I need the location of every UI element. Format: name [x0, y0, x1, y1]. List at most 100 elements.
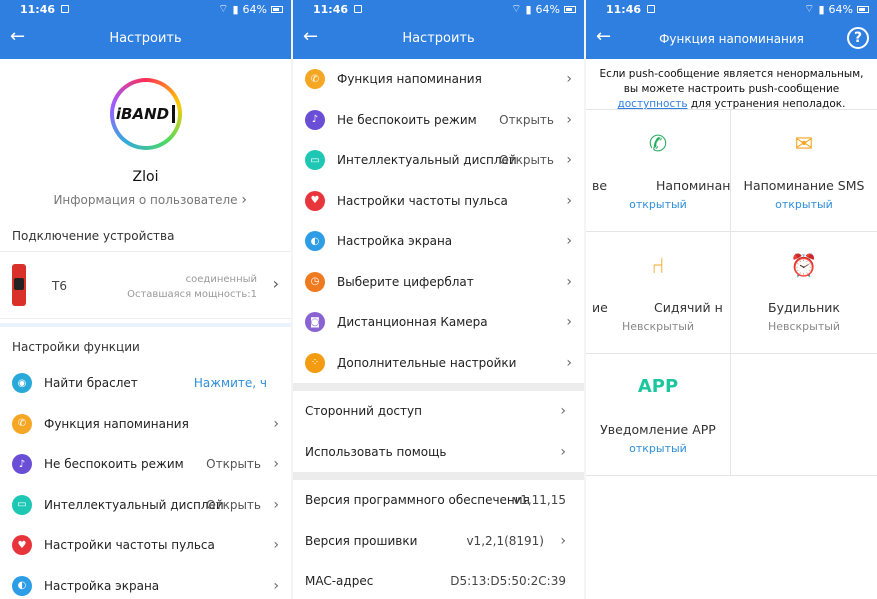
chevron-right-icon: ›	[560, 403, 566, 420]
bell-icon: ♪	[12, 454, 32, 475]
display-icon: ▭	[305, 150, 325, 171]
function-section-title: Настройки функции	[12, 340, 140, 354]
help-icon[interactable]: ?	[847, 27, 869, 49]
app-notification-cell[interactable]: APP Уведомление APP открытый	[586, 354, 731, 476]
alarm-cell[interactable]: ⏰ Будильник Невскрытый	[731, 232, 877, 354]
push-notice: Если push-сообщение является ненормальны…	[586, 59, 877, 110]
list-item[interactable]: ◉ Найти браслет Нажмите, ч	[0, 363, 291, 404]
username: Zloi	[132, 169, 159, 185]
list-item[interactable]: ♪ Не беспокоить режим Открыть ›	[293, 100, 584, 141]
envelope-icon: ✉	[794, 132, 814, 157]
info-item-value: D5:13:D5:50:2C:39	[450, 574, 566, 589]
access-item[interactable]: Сторонний доступ ›	[293, 391, 584, 432]
back-arrow-icon[interactable]: ←	[10, 26, 25, 48]
chevron-right-icon: ›	[566, 233, 572, 250]
sms-reminder-cell[interactable]: ✉ Напоминание SMS открытый	[731, 110, 877, 232]
list-item[interactable]: ♥ Настройки частоты пульса ›	[0, 525, 291, 566]
more-icon: ⁘	[305, 352, 325, 373]
brand-logo: iBAND	[0, 59, 291, 169]
list-item-value: Открыть	[206, 457, 261, 472]
sim-icon	[647, 5, 656, 13]
watchface-icon: ◷	[305, 271, 325, 292]
list-item[interactable]: ◙ Дистанционная Камера ›	[293, 302, 584, 343]
reminder-panel: 11:46 ⌔ ▮ 64% ← Функция напоминания ? Ес…	[586, 0, 877, 599]
alarm-icon: ⏰	[790, 254, 818, 279]
sitting-icon: ⑁	[651, 254, 665, 279]
wifi-icon: ⌔	[804, 2, 815, 15]
location-icon: ◉	[12, 373, 32, 394]
phone-icon: ✆	[12, 413, 32, 434]
info-item[interactable]: Версия прошивки v1,2,1(8191) ›	[293, 521, 584, 562]
access-item-label: Использовать помощь	[305, 444, 447, 459]
list-item[interactable]: ⁘ Дополнительные настройки ›	[293, 343, 584, 384]
user-info-link[interactable]: Информация о пользователе ›	[0, 192, 291, 208]
page-title: Настроить	[109, 31, 182, 46]
empty-cell	[731, 354, 877, 476]
chevron-right-icon: ›	[560, 532, 566, 549]
app-icon: APP	[637, 376, 679, 397]
settings-panel-main: 11:46 ⌔ ▮ 64% ← Настроить iBAND Zloi Инф…	[0, 0, 291, 599]
back-arrow-icon[interactable]: ←	[303, 26, 318, 48]
reminder-grid: ✆ ве Напоминание открытый ✉ Напоминание S…	[586, 109, 877, 529]
list-item[interactable]: ♪ Не беспокоить режим Открыть ›	[0, 444, 291, 485]
app-bar: ← Настроить	[0, 18, 291, 59]
device-status: соединенный Оставшаяся мощность:1	[127, 272, 257, 302]
logo-ring-icon: iBAND	[109, 78, 182, 150]
list-item[interactable]: ♥ Настройки частоты пульса ›	[293, 181, 584, 222]
screen-icon: ◐	[12, 575, 32, 596]
list-item-label: Настройки частоты пульса	[44, 538, 215, 553]
app-bar: ← Функция напоминания ?	[586, 18, 877, 59]
call-reminder-cell[interactable]: ✆ ве Напоминание открытый	[586, 110, 731, 232]
device-section-title: Подключение устройства	[12, 229, 175, 243]
chevron-right-icon: ›	[273, 537, 279, 554]
list-item[interactable]: ▭ Интеллектуальный дисплей Открыть ›	[293, 140, 584, 181]
list-item-value: Открыть	[499, 112, 554, 127]
device-connected: соединенный	[185, 274, 257, 285]
function-list: ◉ Найти браслет Нажмите, ч ✆ Функция напомин…	[0, 363, 291, 599]
access-list: Сторонний доступ › Использовать помощь ›	[293, 391, 584, 472]
info-list: Версия программного обеспечения v1,11,15 В…	[293, 480, 584, 599]
device-battery: Оставшаяся мощность:1	[127, 289, 257, 300]
sms-cell-title: Напоминание SMS	[743, 178, 865, 193]
battery-icon	[857, 5, 869, 13]
list-item-label: Дистанционная Камера	[337, 315, 488, 330]
access-item[interactable]: Использовать помощь ›	[293, 432, 584, 473]
list-item[interactable]: ◐ Настройка экрана ›	[293, 221, 584, 262]
info-item-label: Версия программного обеспечения	[305, 493, 530, 508]
sedentary-reminder-cell[interactable]: ⑁ ие Сидячий н Невскрытый	[586, 232, 731, 354]
list-item[interactable]: ✆ Функция напоминания ›	[293, 59, 584, 100]
list-item[interactable]: ◷ Выберите циферблат ›	[293, 262, 584, 303]
alarm-cell-state: Невскрытый	[767, 320, 841, 333]
heart-icon: ♥	[12, 535, 32, 556]
wifi-icon: ⌔	[511, 2, 522, 15]
alarm-cell-title: Будильник	[768, 300, 840, 315]
status-right: ⌔ ▮ 64%	[511, 2, 576, 16]
back-arrow-icon[interactable]: ←	[596, 26, 611, 48]
list-item[interactable]: ◐ Настройка экрана ›	[0, 566, 291, 599]
logo-text: iBAND	[115, 105, 170, 123]
battery-label: 64%	[242, 2, 267, 16]
chevron-right-icon: ›	[566, 354, 572, 371]
app-bar: ← Настроить	[293, 18, 584, 59]
device-row[interactable]: T6 соединенный Оставшаяся мощность:1 ›	[0, 251, 291, 319]
notice-text-1: Если push-сообщение является ненормальны…	[599, 68, 864, 95]
list-item-label: Выберите циферблат	[337, 274, 474, 289]
function-list: ✆ Функция напоминания › ♪ Не беспокоить режи…	[293, 59, 584, 383]
wifi-icon: ⌔	[218, 2, 229, 15]
divider	[293, 383, 584, 391]
status-bar: 11:46 ⌔ ▮ 64%	[0, 0, 291, 18]
info-item: Версия программного обеспечения v1,11,15	[293, 480, 584, 521]
sedentary-cell-partial: ие	[592, 300, 608, 315]
camera-icon: ◙	[305, 312, 325, 333]
chevron-right-icon: ›	[566, 192, 572, 209]
info-item-label: MAC-адрес	[305, 574, 374, 589]
chevron-right-icon: ›	[273, 496, 279, 513]
list-item[interactable]: ▭ Интеллектуальный дисплей Открыть ›	[0, 485, 291, 526]
list-item[interactable]: ✆ Функция напоминания ›	[0, 404, 291, 445]
chevron-right-icon: ›	[241, 192, 247, 208]
settings-panel-scrolled: 11:46 ⌔ ▮ 64% ← Настроить ✆ Функция напом…	[293, 0, 584, 599]
list-item-value: Открыть	[206, 497, 261, 512]
info-item: MAC-адрес D5:13:D5:50:2C:39	[293, 561, 584, 599]
app-cell-title: Уведомление APP	[600, 422, 716, 437]
info-item-value: v1,2,1(8191)	[466, 533, 544, 548]
